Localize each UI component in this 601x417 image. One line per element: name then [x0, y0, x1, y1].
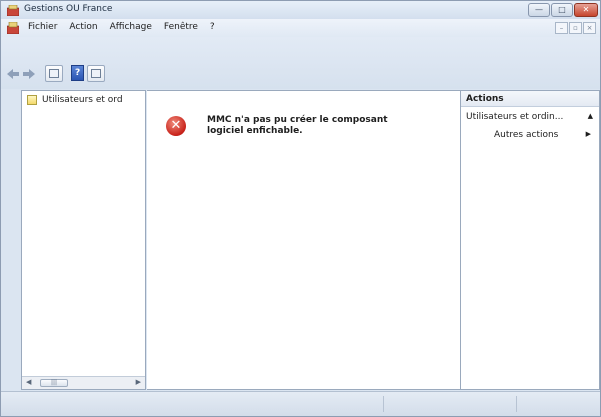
console-tree-glyph: [49, 69, 59, 78]
status-bar: [1, 391, 600, 416]
status-separator: [383, 396, 384, 412]
console-tree-pane: Utilisateurs et ord ◀ ||| ▶: [21, 90, 146, 390]
error-icon: ✕: [166, 116, 186, 136]
forward-arrow-icon[interactable]: [23, 69, 35, 79]
window-title: Gestions OU France: [24, 4, 113, 14]
console-tree-icon[interactable]: [45, 65, 63, 82]
collapse-caret-icon[interactable]: ▲: [588, 112, 593, 120]
menu-fichier[interactable]: Fichier: [28, 22, 57, 32]
menu-affichage[interactable]: Affichage: [110, 22, 152, 32]
menu-action[interactable]: Action: [69, 22, 97, 32]
actions-item-label: Autres actions: [494, 130, 559, 140]
action-pane-icon[interactable]: [87, 65, 105, 82]
scroll-right-icon[interactable]: ▶: [136, 378, 141, 386]
tree-item-root[interactable]: Utilisateurs et ord: [27, 95, 123, 105]
help-icon[interactable]: ?: [71, 65, 84, 81]
scroll-left-icon[interactable]: ◀: [26, 378, 31, 386]
close-button[interactable]: ✕: [574, 3, 598, 17]
error-message: MMC n'a pas pu créer le composant logici…: [207, 115, 388, 136]
child-minimize-button[interactable]: –: [555, 22, 568, 34]
actions-item-more[interactable]: Autres actions ▶: [461, 127, 599, 141]
console-menu-icon[interactable]: [7, 22, 19, 34]
help-glyph: ?: [75, 68, 81, 78]
child-window-buttons: – ▫ ×: [554, 22, 596, 34]
actions-header: Actions: [461, 91, 599, 107]
tree-item-label: Utilisateurs et ord: [42, 95, 123, 105]
submenu-arrow-icon: ▶: [585, 130, 591, 138]
mmc-window: Gestions OU France — □ ✕ Fichier Action …: [0, 0, 601, 417]
title-bar[interactable]: Gestions OU France — □ ✕: [1, 1, 600, 19]
horizontal-scrollbar[interactable]: ◀ ||| ▶: [22, 376, 145, 389]
child-close-button[interactable]: ×: [583, 22, 596, 34]
menu-fenetre[interactable]: Fenêtre: [164, 22, 198, 32]
caption-buttons: — □ ✕: [527, 3, 598, 17]
result-pane: ✕ MMC n'a pas pu créer le composant logi…: [147, 90, 460, 390]
back-arrow-icon[interactable]: [7, 69, 19, 79]
menu-help[interactable]: ?: [210, 22, 215, 32]
actions-pane: Actions Utilisateurs et ordin... ▲ Autre…: [460, 90, 600, 390]
actions-group-label: Utilisateurs et ordin...: [466, 112, 564, 122]
menu-items: Fichier Action Affichage Fenêtre ?: [28, 22, 227, 32]
actions-group-header[interactable]: Utilisateurs et ordin... ▲: [461, 108, 599, 124]
child-restore-button[interactable]: ▫: [569, 22, 582, 34]
scroll-thumb[interactable]: |||: [40, 379, 68, 387]
maximize-button[interactable]: □: [551, 3, 573, 17]
saved-query-icon: [27, 95, 37, 105]
action-pane-glyph: [91, 69, 101, 78]
status-separator: [516, 396, 517, 412]
mmc-app-icon: [7, 5, 19, 16]
minimize-button[interactable]: —: [528, 3, 550, 17]
menu-bar: Fichier Action Affichage Fenêtre ? – ▫ ×: [1, 19, 600, 37]
